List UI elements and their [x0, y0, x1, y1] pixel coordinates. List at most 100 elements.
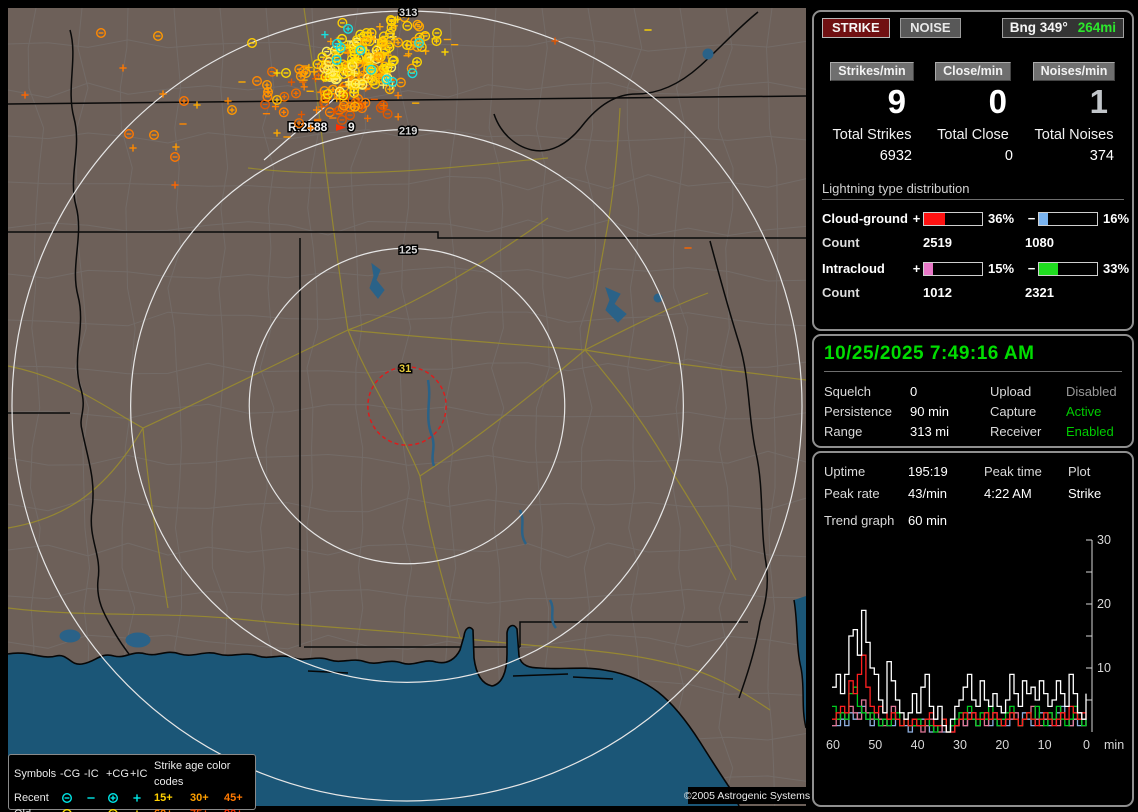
persistence-label: Persistence: [824, 402, 910, 422]
legend-age-15: 15+: [154, 790, 190, 806]
strikes-per-min-label: Strikes/min: [830, 62, 913, 81]
stats-panel: STRIKE NOISE Bng 349° 264mi Strikes/min 9…: [812, 10, 1134, 331]
legend-age-title: Strike age color codes: [154, 758, 256, 790]
lightning-map[interactable]: R-2588931125219313 Symbols -CG -IC +CG +…: [8, 8, 806, 806]
upload-label: Upload: [990, 382, 1066, 402]
capture-value: Active: [1066, 402, 1122, 422]
map-canvas[interactable]: R-2588931125219313: [8, 8, 806, 806]
legend-age-30: 30+: [190, 790, 224, 806]
noises-per-min-label: Noises/min: [1033, 62, 1116, 81]
receiver-value: Enabled: [1066, 422, 1122, 442]
minus-icon: [84, 806, 106, 812]
legend-symbols-title: Symbols: [14, 766, 60, 782]
legend-age-75: 75+: [190, 806, 224, 812]
upload-value: Disabled: [1066, 382, 1122, 402]
peak-time-value: 4:22 AM: [984, 483, 1068, 505]
cloud-ground-label: Cloud-ground: [822, 211, 910, 226]
trend-graph-window: 60 min: [908, 513, 1122, 528]
noise-toggle-button[interactable]: NOISE: [900, 18, 960, 38]
minus-sign: −: [1025, 261, 1038, 276]
plus-icon: [130, 790, 154, 806]
svg-text:30: 30: [953, 738, 967, 752]
plus-sign: +: [910, 211, 923, 226]
strike-toggle-button[interactable]: STRIKE: [822, 18, 890, 38]
circle-plus-icon: [106, 790, 130, 806]
squelch-value: 0: [910, 382, 990, 402]
uptime-label: Uptime: [824, 461, 908, 483]
count-label: Count: [822, 235, 923, 250]
legend-row-recent-label: Recent: [14, 790, 60, 806]
strikes-per-min-value: 9: [822, 85, 922, 119]
legend-col-neg-ic: -IC: [84, 766, 106, 782]
minus-icon: [84, 790, 106, 806]
storm-cell-speed: 9: [348, 120, 355, 134]
strike-symbol-cm: [63, 794, 72, 803]
storm-cell-label: R-2588: [288, 120, 328, 134]
session-row: Peak rate 43/min 4:22 AM Strike: [824, 483, 1122, 505]
ring-label-31: 31: [399, 363, 411, 375]
intracloud-row: Intracloud + 15% − 33%: [822, 261, 1124, 276]
pos-cg-bar: [923, 212, 983, 226]
copyright-text: ©2005 Astrogenic Systems: [688, 787, 806, 804]
svg-text:30: 30: [1097, 533, 1111, 547]
plot-value: Strike: [1068, 483, 1122, 505]
pos-ic-count: 1012: [923, 285, 1025, 300]
circle-plus-icon: [106, 806, 130, 812]
cloud-ground-row: Cloud-ground + 36% − 16%: [822, 211, 1124, 226]
svg-text:10: 10: [1097, 661, 1111, 675]
strike-symbol-p: [133, 794, 140, 801]
legend-row-old-label: Old: [14, 806, 60, 812]
status-panel: 10/25/2025 7:49:16 AM Squelch 0 Upload D…: [812, 334, 1134, 448]
close-column: Close/min 0 Total Close 0: [923, 62, 1023, 164]
date-time-display: 10/25/2025 7:49:16 AM: [824, 343, 1122, 372]
ring-label-125: 125: [399, 244, 417, 256]
neg-cg-percent: 16%: [1098, 211, 1138, 226]
peak-rate-value: 43/min: [908, 483, 984, 505]
pos-cg-percent: 36%: [983, 211, 1025, 226]
circle-minus-icon: [60, 790, 84, 806]
receiver-label: Receiver: [990, 422, 1066, 442]
map-legend: Symbols -CG -IC +CG +IC Strike age color…: [8, 754, 256, 810]
total-strikes-label: Total Strikes: [822, 127, 922, 143]
neg-cg-count: 1080: [1025, 235, 1124, 250]
total-close-value: 0: [923, 148, 1023, 164]
trend-graph-row: Trend graph 60 min: [824, 513, 1122, 528]
legend-col-pos-cg: +CG: [106, 766, 130, 782]
count-label: Count: [822, 285, 923, 300]
trend-x-unit: min: [1104, 738, 1124, 752]
trend-graph-label: Trend graph: [824, 513, 908, 528]
close-per-min-value: 0: [923, 85, 1023, 119]
trend-graph-chart: 3020106050403020100min: [824, 530, 1124, 780]
noises-per-min-value: 1: [1024, 85, 1124, 119]
plus-icon: [130, 806, 154, 812]
strikes-column: Strikes/min 9 Total Strikes 6932: [822, 62, 922, 164]
capture-label: Capture: [990, 402, 1066, 422]
neg-ic-percent: 33%: [1098, 261, 1138, 276]
neg-cg-bar: [1038, 212, 1098, 226]
range-label: Range: [824, 422, 910, 442]
status-row: Squelch 0 Upload Disabled: [824, 382, 1122, 402]
legend-age-90: 90+: [224, 806, 256, 812]
pos-ic-bar: [923, 262, 983, 276]
noises-column: Noises/min 1 Total Noises 374: [1024, 62, 1124, 164]
total-noises-value: 374: [1024, 148, 1124, 164]
total-strikes-value: 6932: [822, 148, 922, 164]
svg-text:10: 10: [1038, 738, 1052, 752]
trend-y-axis: [1086, 540, 1092, 732]
total-close-label: Total Close: [923, 127, 1023, 143]
neg-ic-bar: [1038, 262, 1098, 276]
range-value: 313 mi: [910, 422, 990, 442]
total-noises-label: Total Noises: [1024, 127, 1124, 143]
peak-rate-label: Peak rate: [824, 483, 908, 505]
svg-text:20: 20: [995, 738, 1009, 752]
distance-value: 264mi: [1078, 20, 1116, 35]
pos-cg-count: 2519: [923, 235, 1025, 250]
status-row: Persistence 90 min Capture Active: [824, 402, 1122, 422]
strike-symbol-cp: [109, 794, 118, 803]
trend-x-labels: 6050403020100min: [826, 738, 1124, 752]
intracloud-count-row: Count 1012 2321: [822, 285, 1124, 300]
cloud-ground-count-row: Count 2519 1080: [822, 235, 1124, 250]
nexstorm-window: R-2588931125219313 Symbols -CG -IC +CG +…: [0, 0, 1138, 812]
bearing-value: Bng 349°: [1010, 20, 1068, 35]
minus-sign: −: [1025, 211, 1038, 226]
